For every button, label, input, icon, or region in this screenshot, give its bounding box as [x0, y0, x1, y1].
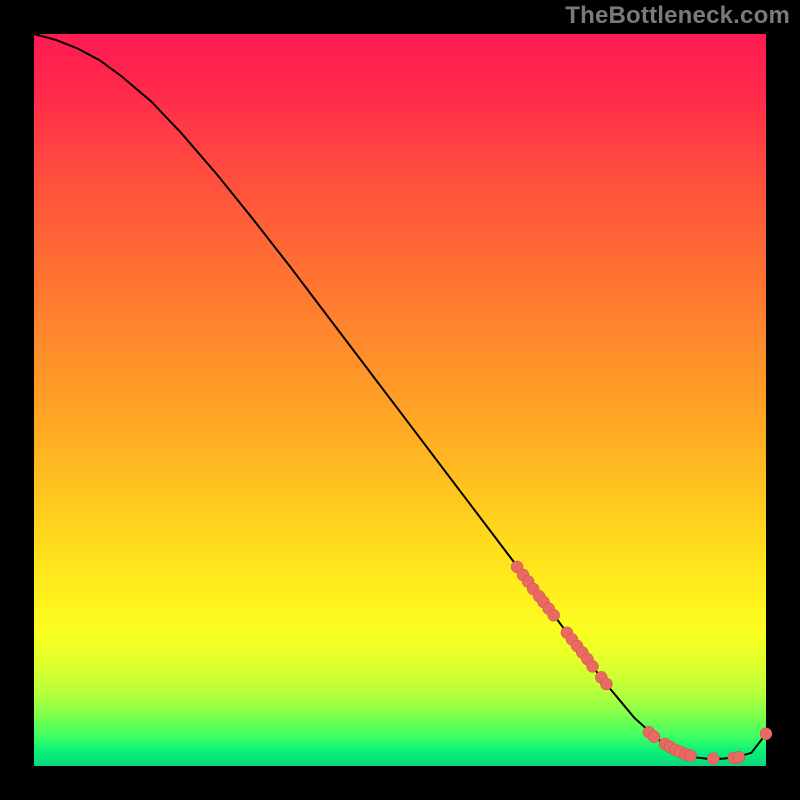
chart-overlay — [34, 34, 766, 766]
data-marker — [760, 728, 772, 740]
curve-path — [34, 34, 766, 759]
chart-stage: TheBottleneck.com — [0, 0, 800, 800]
data-marker — [685, 750, 697, 762]
data-marker — [548, 609, 560, 621]
data-marker — [648, 731, 660, 743]
data-marker — [707, 753, 719, 765]
marker-group — [511, 561, 772, 765]
data-marker — [587, 660, 599, 672]
data-marker — [733, 751, 745, 763]
watermark-text: TheBottleneck.com — [565, 2, 790, 30]
data-marker — [600, 678, 612, 690]
